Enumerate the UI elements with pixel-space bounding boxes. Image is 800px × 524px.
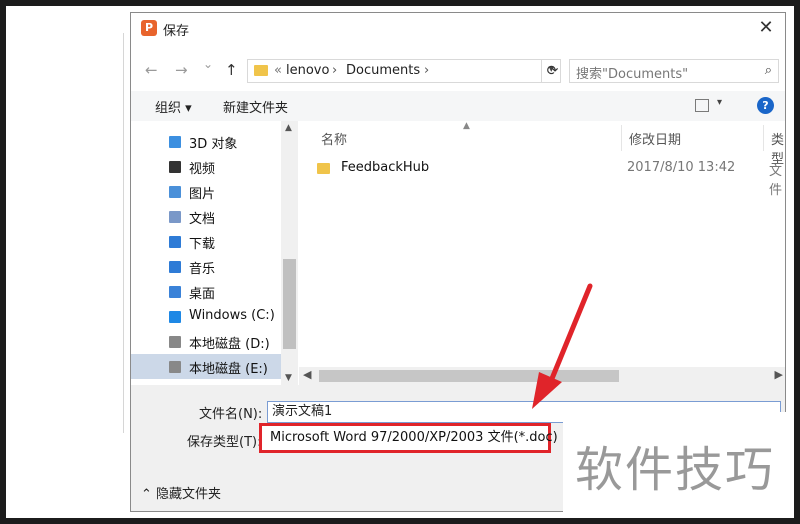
- arrow-shaft: [548, 283, 593, 384]
- watermark-text: 软件技巧: [575, 442, 776, 498]
- screenshot-frame: P 保存 ✕ ← → ⌄ ↑ « lenovo › Documents › ▾ …: [6, 6, 794, 518]
- arrow-head: [532, 372, 562, 409]
- watermark: 软件技巧: [563, 412, 794, 518]
